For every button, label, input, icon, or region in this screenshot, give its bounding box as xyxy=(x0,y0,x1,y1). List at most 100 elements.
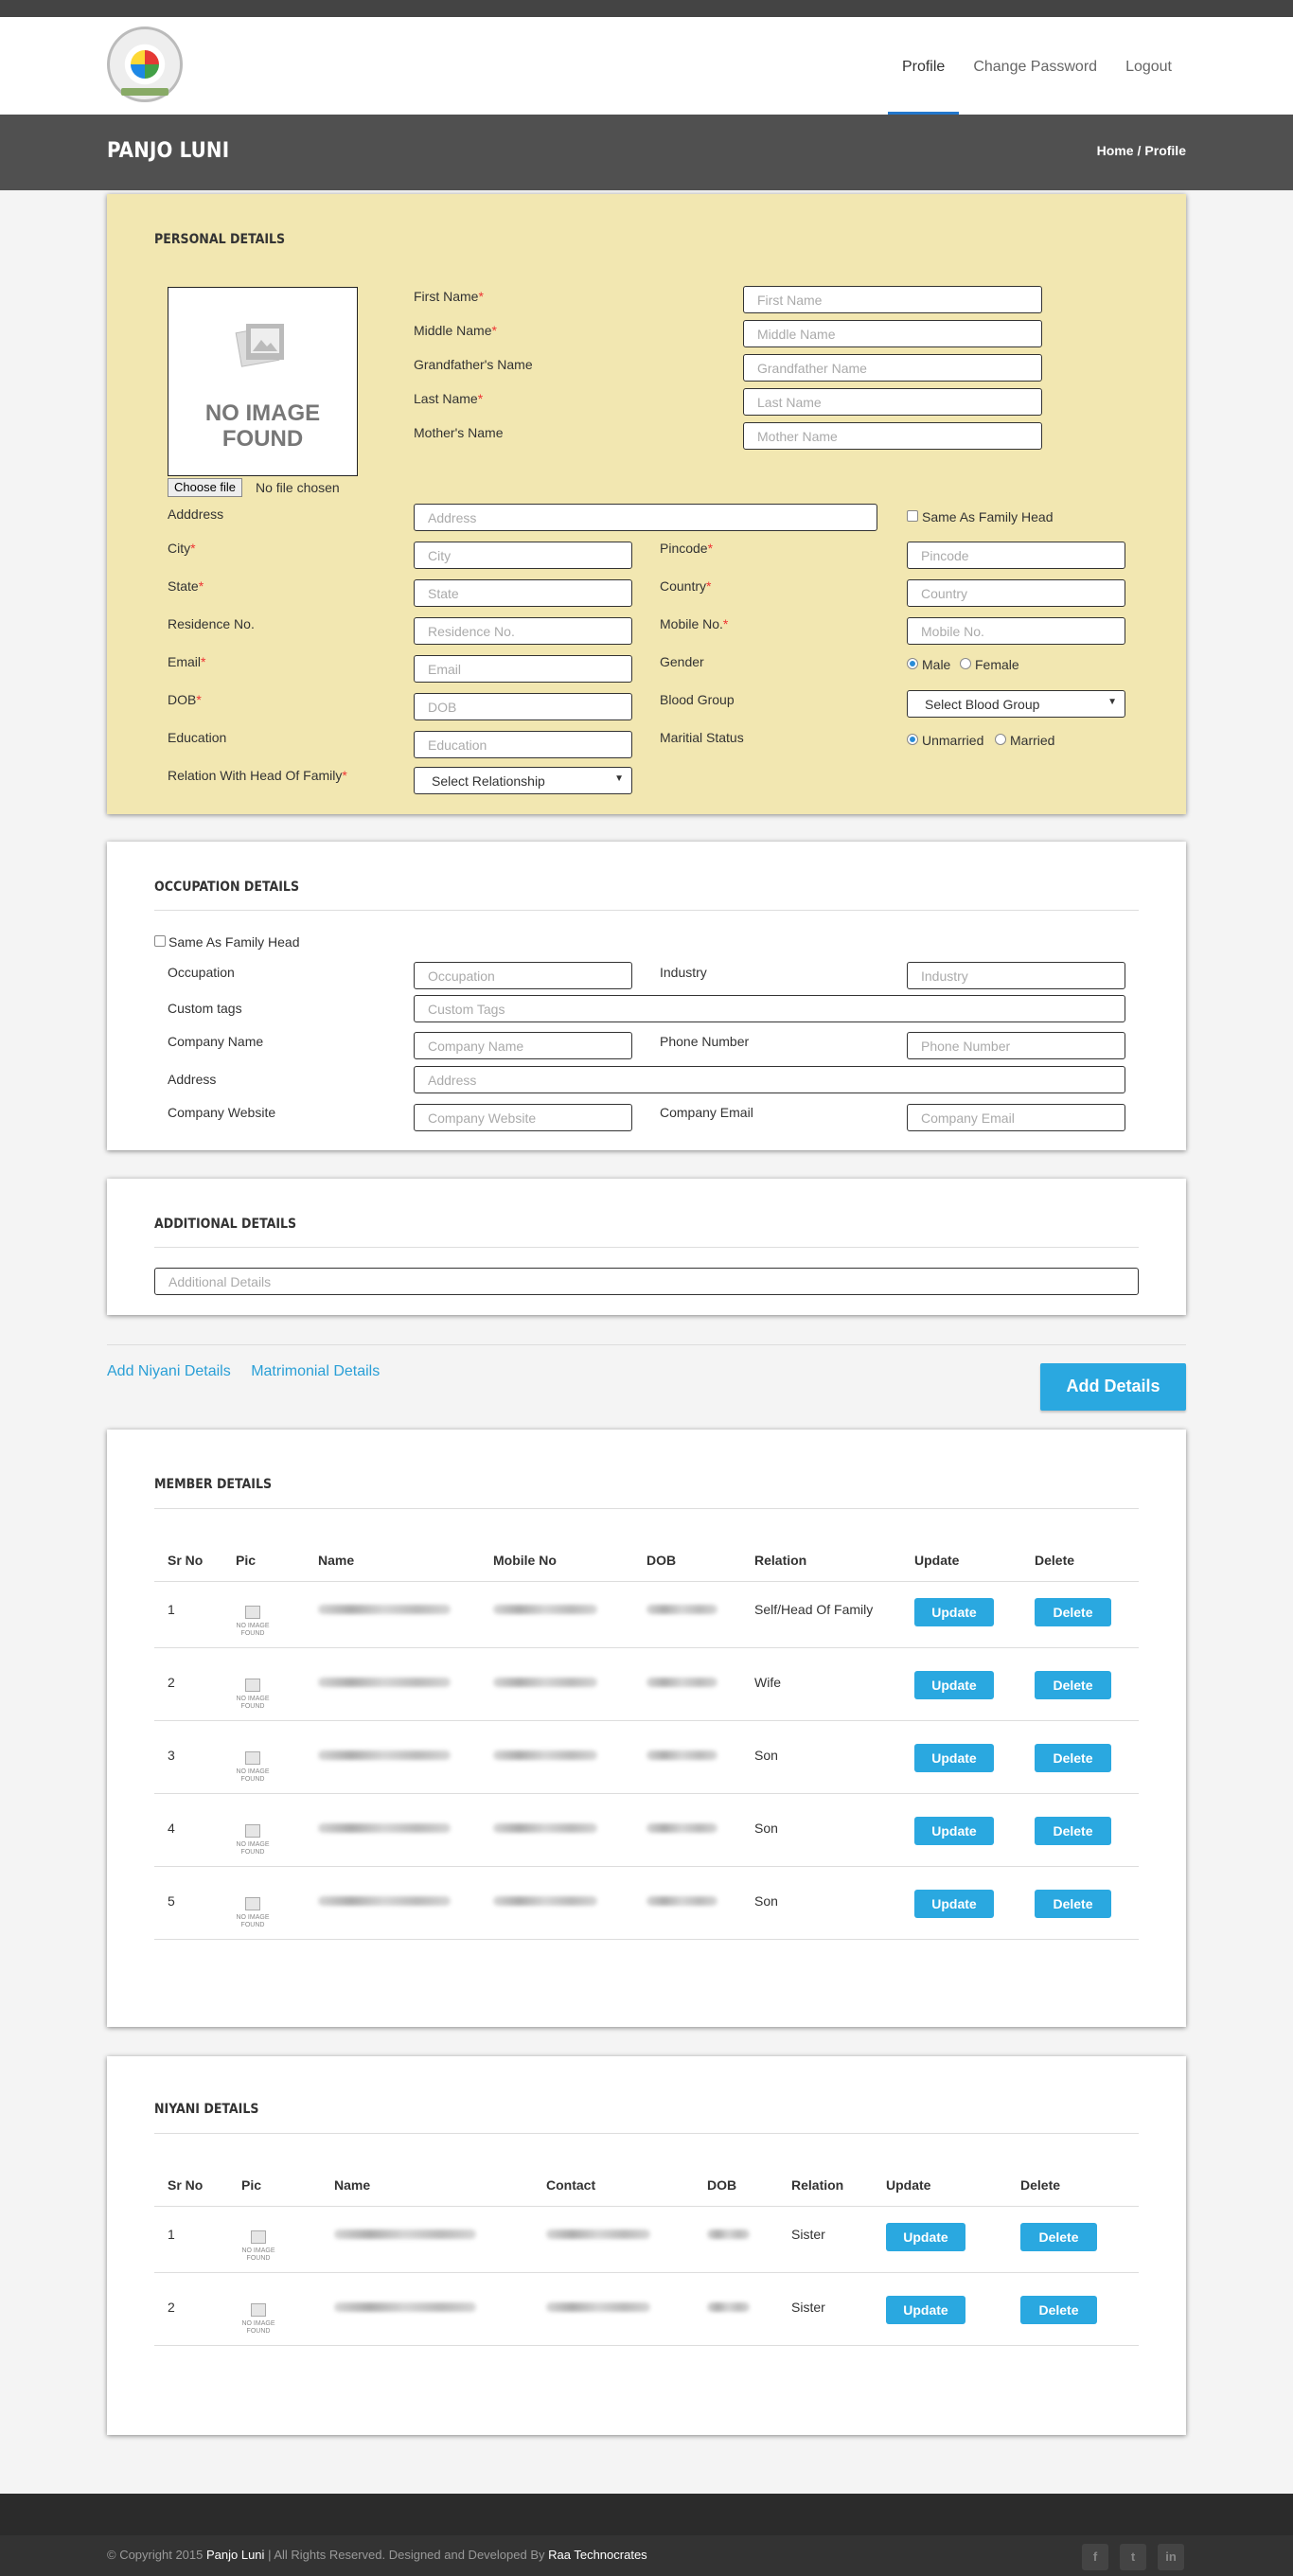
breadcrumb-home[interactable]: Home xyxy=(1097,143,1134,158)
delete-button[interactable]: Delete xyxy=(1035,1671,1111,1699)
footer: © Copyright 2015 Panjo Luni | All Rights… xyxy=(0,2535,1293,2576)
mother-name-input[interactable]: Mother Name xyxy=(743,422,1042,450)
redacted-value xyxy=(493,1605,597,1614)
redacted-value xyxy=(646,1750,717,1760)
add-details-button[interactable]: Add Details xyxy=(1040,1363,1186,1411)
no-image-text: NO IMAGE FOUND xyxy=(236,1768,270,1783)
custom-tags-input[interactable]: Custom Tags xyxy=(414,995,1125,1022)
city-input[interactable]: City xyxy=(414,542,632,569)
education-input[interactable]: Education xyxy=(414,731,632,758)
update-button[interactable]: Update xyxy=(914,1817,994,1845)
facebook-icon[interactable]: f xyxy=(1082,2544,1108,2570)
redacted-value xyxy=(493,1823,597,1833)
occupation-address-input[interactable]: Address xyxy=(414,1066,1125,1093)
delete-button[interactable]: Delete xyxy=(1035,1598,1111,1626)
company-name-input[interactable]: Company Name xyxy=(414,1032,632,1059)
dob-input[interactable]: DOB xyxy=(414,693,632,720)
divider xyxy=(154,2133,1139,2134)
row-divider xyxy=(154,1939,1139,1940)
additional-details-panel: ADDITIONAL DETAILS Additional Details xyxy=(107,1179,1186,1315)
column-header: Delete xyxy=(1020,2177,1061,2193)
mobile-input[interactable]: Mobile No. xyxy=(907,617,1125,645)
redacted-value xyxy=(493,1896,597,1906)
marital-married-radio[interactable] xyxy=(995,734,1006,745)
company-email-input[interactable]: Company Email xyxy=(907,1104,1125,1131)
same-as-head-checkbox[interactable] xyxy=(907,510,918,522)
company-website-input[interactable]: Company Website xyxy=(414,1104,632,1131)
row-divider xyxy=(154,1720,1139,1721)
redacted-value xyxy=(493,1750,597,1760)
no-image-text: NO IMAGE FOUND xyxy=(236,1696,270,1710)
state-label: State* xyxy=(168,578,204,594)
middle-name-input[interactable]: Middle Name xyxy=(743,320,1042,347)
occupation-same-as-head-checkbox[interactable] xyxy=(154,935,166,947)
redacted-value xyxy=(646,1823,717,1833)
member-photo-thumb: NO IMAGE FOUND xyxy=(234,1750,272,1787)
row-sr-no: 1 xyxy=(168,1602,175,1617)
blood-group-select[interactable]: Select Blood Group ▼ xyxy=(907,690,1125,718)
update-button[interactable]: Update xyxy=(886,2223,965,2251)
personal-details-title: PERSONAL DETAILS xyxy=(154,232,286,247)
column-header: Pic xyxy=(236,1553,257,1568)
niyani-details-panel: NIYANI DETAILS Sr No Pic Name Contact DOB Rel… xyxy=(107,2056,1186,2435)
delete-button[interactable]: Delete xyxy=(1035,1817,1111,1845)
image-placeholder-icon xyxy=(245,1606,260,1619)
email-input[interactable]: Email xyxy=(414,655,632,683)
delete-button[interactable]: Delete xyxy=(1020,2223,1097,2251)
column-header: DOB xyxy=(707,2177,737,2193)
first-name-input[interactable]: First Name xyxy=(743,286,1042,313)
image-placeholder-icon xyxy=(251,2230,266,2244)
gender-male-radio[interactable] xyxy=(907,658,918,669)
delete-button[interactable]: Delete xyxy=(1035,1890,1111,1918)
custom-tags-label: Custom tags xyxy=(168,1001,242,1016)
row-sr-no: 2 xyxy=(168,2300,175,2315)
update-button[interactable]: Update xyxy=(914,1598,994,1626)
marital-unmarried-radio[interactable] xyxy=(907,734,918,745)
company-name-label: Company Name xyxy=(168,1034,264,1049)
choose-file-button[interactable]: Choose file xyxy=(168,478,243,497)
divider xyxy=(154,1508,1139,1509)
pincode-input[interactable]: Pincode xyxy=(907,542,1125,569)
residence-input[interactable]: Residence No. xyxy=(414,617,632,645)
linkedin-icon[interactable]: in xyxy=(1158,2544,1184,2570)
industry-input[interactable]: Industry xyxy=(907,962,1125,989)
column-header: Sr No xyxy=(168,1553,204,1568)
page-title: PANJO LUNI xyxy=(107,139,230,163)
update-button[interactable]: Update xyxy=(914,1671,994,1699)
column-header: Relation xyxy=(754,1553,807,1568)
update-button[interactable]: Update xyxy=(914,1744,994,1772)
redacted-value xyxy=(318,1605,451,1614)
email-label: Email* xyxy=(168,654,206,669)
delete-button[interactable]: Delete xyxy=(1035,1744,1111,1772)
update-button[interactable]: Update xyxy=(886,2296,965,2324)
nav-profile[interactable]: Profile xyxy=(887,17,960,115)
footer-developer-link[interactable]: Raa Technocrates xyxy=(548,2548,647,2562)
state-input[interactable]: State xyxy=(414,579,632,607)
address-input[interactable]: Address xyxy=(414,504,877,531)
phone-input[interactable]: Phone Number xyxy=(907,1032,1125,1059)
row-sr-no: 4 xyxy=(168,1821,175,1836)
occupation-input[interactable]: Occupation xyxy=(414,962,632,989)
additional-details-input[interactable]: Additional Details xyxy=(154,1268,1139,1295)
redacted-value xyxy=(546,2230,650,2239)
matrimonial-link[interactable]: Matrimonial Details xyxy=(251,1363,380,1379)
update-button[interactable]: Update xyxy=(914,1890,994,1918)
dob-label: DOB* xyxy=(168,692,202,707)
site-logo[interactable] xyxy=(107,27,183,102)
last-name-input[interactable]: Last Name xyxy=(743,388,1042,416)
education-label: Education xyxy=(168,730,227,745)
footer-brand-link[interactable]: Panjo Luni xyxy=(206,2548,264,2562)
add-niyani-link[interactable]: Add Niyani Details xyxy=(107,1363,231,1379)
gender-female-radio[interactable] xyxy=(960,658,971,669)
column-header: Name xyxy=(318,1553,355,1568)
grandfather-name-input[interactable]: Grandfather Name xyxy=(743,354,1042,382)
nav-logout[interactable]: Logout xyxy=(1111,17,1186,115)
redacted-value xyxy=(318,1750,451,1760)
twitter-icon[interactable]: t xyxy=(1120,2544,1146,2570)
delete-button[interactable]: Delete xyxy=(1020,2296,1097,2324)
no-image-line2: FOUND xyxy=(221,426,304,452)
relation-select[interactable]: Select Relationship ▼ xyxy=(414,767,632,794)
member-photo-thumb: NO IMAGE FOUND xyxy=(234,1677,272,1714)
country-input[interactable]: Country xyxy=(907,579,1125,607)
nav-change-password[interactable]: Change Password xyxy=(959,17,1111,115)
